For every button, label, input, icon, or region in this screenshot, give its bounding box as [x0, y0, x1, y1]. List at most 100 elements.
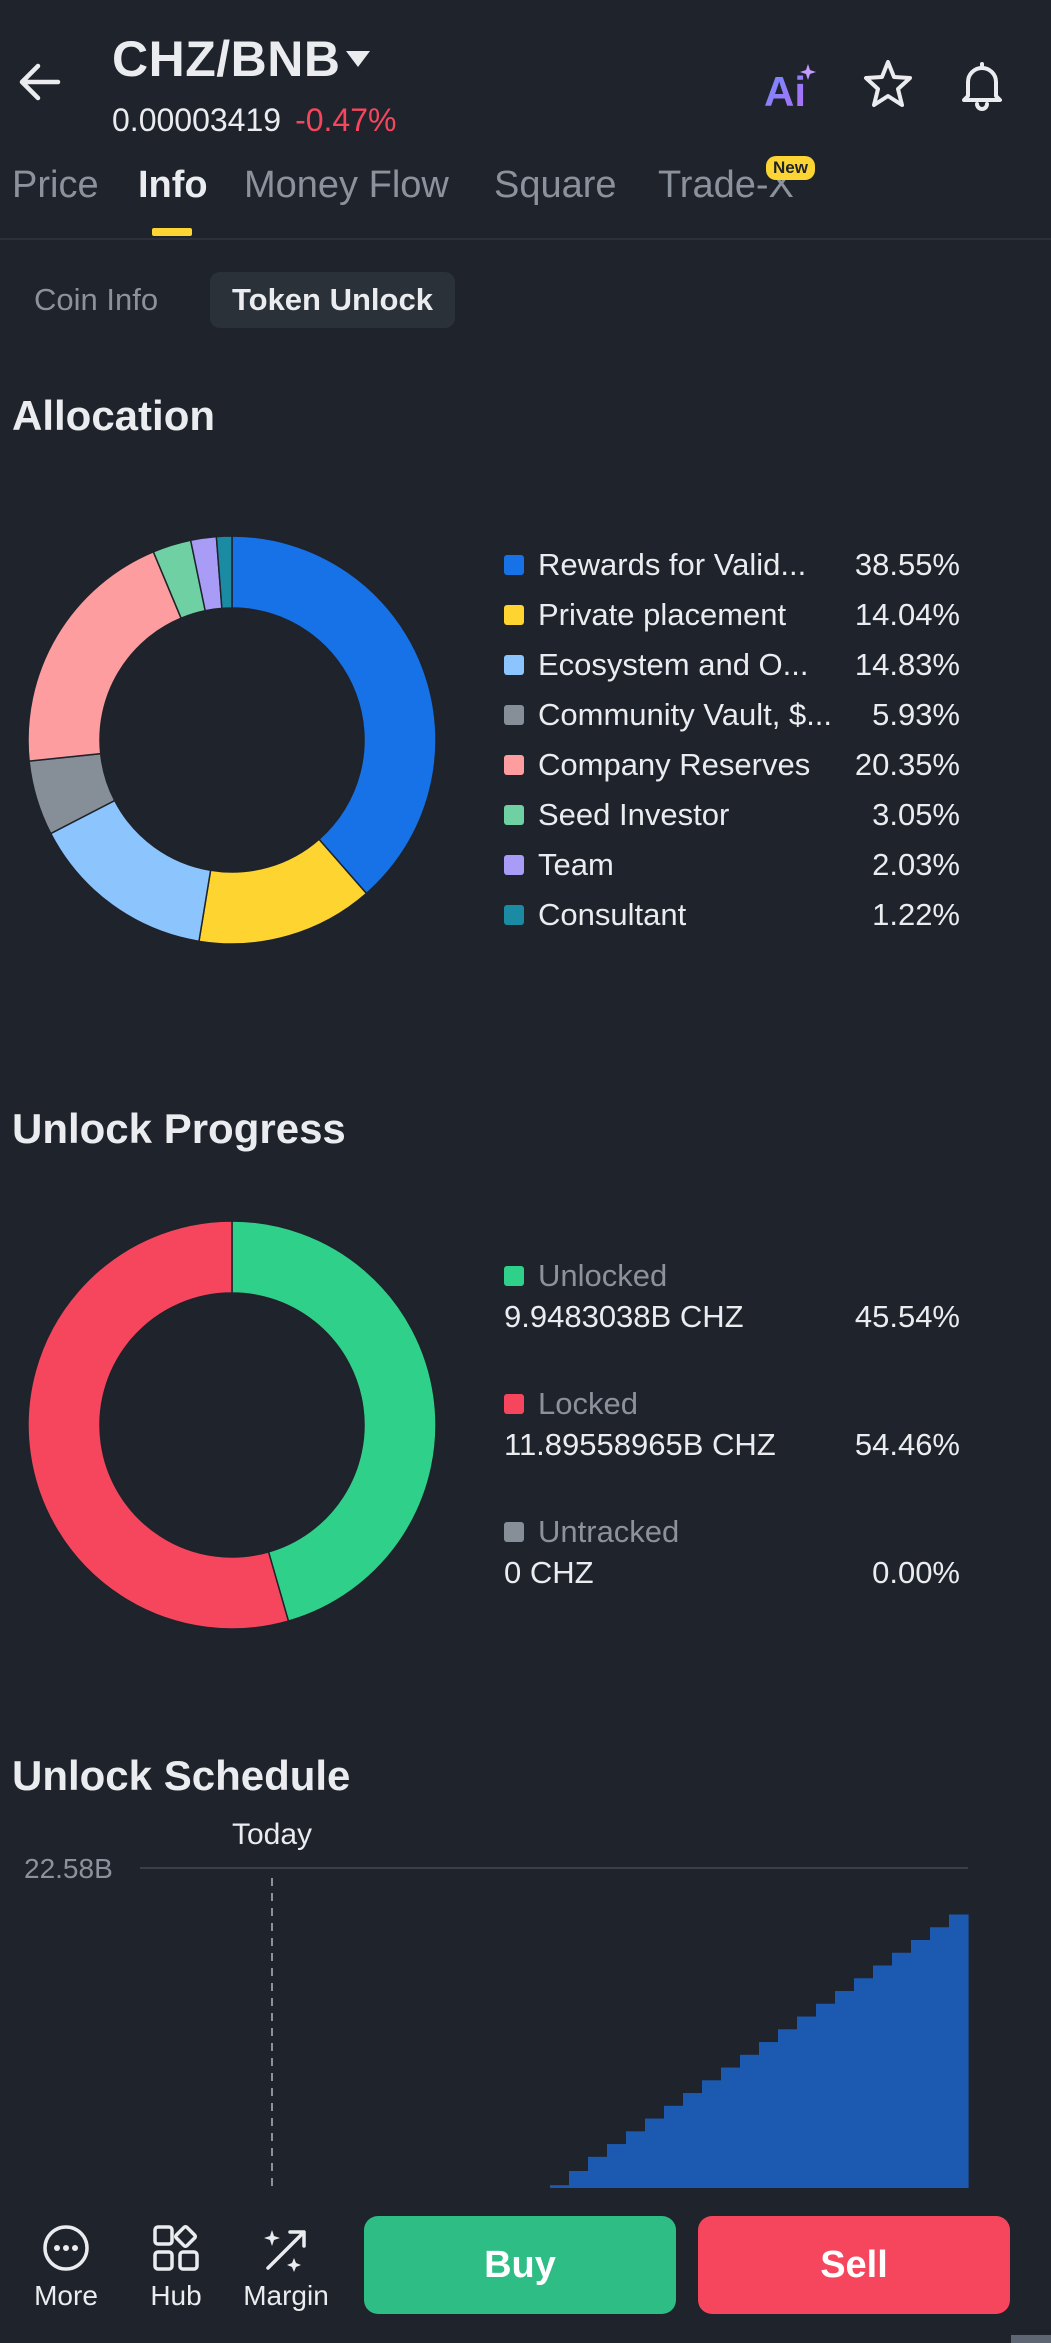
schedule-step-bar [873, 1965, 893, 2188]
allocation-title: Allocation [12, 392, 216, 439]
unlock-item-values: 9.9483038B CHZ 45.54% [504, 1296, 960, 1338]
ai-button[interactable]: Ai [762, 62, 818, 115]
arrow-left-icon [19, 63, 61, 101]
home-indicator [1011, 2335, 1051, 2343]
hub-icon [153, 2224, 199, 2271]
pair-title[interactable]: CHZ/BNB [112, 30, 340, 88]
schedule-step-bar [949, 1914, 969, 2188]
unlock-progress-item: Unlocked 9.9483038B CHZ 45.54% [504, 1256, 960, 1338]
sell-button[interactable]: Sell [698, 2216, 1010, 2314]
schedule-step-bar [740, 2054, 760, 2188]
tab-price[interactable]: Price [12, 164, 99, 207]
unlock-item-percent: 45.54% [854, 1299, 960, 1334]
allocation-donut [27, 535, 437, 945]
schedule-step-bar [588, 2156, 608, 2188]
legend-swatch [504, 1394, 524, 1414]
unlock-item-values: 0 CHZ 0.00% [504, 1552, 960, 1594]
alert-button[interactable] [954, 56, 1010, 112]
legend-percent: 14.83% [854, 647, 960, 682]
legend-swatch [504, 555, 524, 575]
schedule-step-bar [683, 2093, 703, 2188]
subtab-token-unlock[interactable]: Token Unlock [210, 272, 455, 328]
price-row: 0.00003419 -0.47% [112, 102, 396, 139]
schedule-step-bar [702, 2080, 722, 2188]
bottom-action-bar: More Hub Margin Buy Sell [0, 2196, 1051, 2343]
unlock-item-label: Locked [538, 1386, 638, 1421]
schedule-step-bar [797, 2016, 817, 2188]
new-badge: New [766, 156, 815, 180]
unlock-item-amount: 9.9483038B CHZ [504, 1299, 744, 1334]
schedule-step-bar [645, 2118, 665, 2188]
margin-icon [264, 2230, 306, 2272]
legend-percent: 3.05% [872, 797, 960, 832]
unlock-item-header: Unlocked [504, 1256, 960, 1296]
legend-swatch [504, 1266, 524, 1286]
legend-label: Team [538, 847, 614, 882]
schedule-step-bar [835, 1991, 855, 2188]
legend-swatch [504, 905, 524, 925]
legend-label: Rewards for Valid... [538, 547, 807, 582]
back-button[interactable] [14, 56, 66, 108]
allocation-legend-item: Community Vault, $... 5.93% [504, 695, 960, 735]
schedule-step-bar [626, 2131, 646, 2188]
schedule-step-bar [607, 2144, 627, 2188]
svg-text:Ai: Ai [764, 68, 806, 112]
allocation-slice-4[interactable] [27, 550, 183, 762]
legend-swatch [504, 705, 524, 725]
legend-swatch [504, 655, 524, 675]
unlock-progress-donut [27, 1220, 437, 1630]
tab-money-flow[interactable]: Money Flow [244, 164, 449, 207]
unlock-item-header: Untracked [504, 1512, 960, 1552]
schedule-step-bar [930, 1927, 950, 2188]
unlock-item-label: Untracked [538, 1514, 680, 1549]
main-tabs: Price Info Money Flow Square Trade-X New [0, 156, 1051, 240]
tab-square[interactable]: Square [494, 164, 617, 207]
allocation-legend-item: Ecosystem and O... 14.83% [504, 645, 960, 685]
legend-percent: 20.35% [854, 747, 960, 782]
legend-label: Private placement [538, 597, 787, 632]
favorite-button[interactable] [860, 56, 916, 112]
unlock-progress-item: Locked 11.89558965B CHZ 54.46% [504, 1384, 960, 1466]
margin-button[interactable]: Margin [236, 2222, 336, 2312]
unlock-item-values: 11.89558965B CHZ 54.46% [504, 1424, 960, 1466]
tab-info[interactable]: Info [138, 164, 208, 207]
legend-percent: 38.55% [854, 547, 960, 582]
legend-percent: 14.04% [854, 597, 960, 632]
active-tab-indicator [152, 228, 192, 236]
margin-label: Margin [243, 2280, 329, 2311]
legend-swatch [504, 1522, 524, 1542]
unlock-item-percent: 0.00% [872, 1555, 960, 1590]
caret-down-icon[interactable] [344, 48, 372, 70]
unlock-progress-item: Untracked 0 CHZ 0.00% [504, 1512, 960, 1594]
unlock-item-header: Locked [504, 1384, 960, 1424]
legend-percent: 2.03% [872, 847, 960, 882]
y-axis-max-label: 22.58B [24, 1853, 113, 1884]
legend-label: Ecosystem and O... [538, 647, 809, 682]
today-label: Today [232, 1820, 312, 1851]
schedule-step-bar [721, 2067, 741, 2188]
schedule-step-bar [854, 1978, 874, 2188]
unlock-item-percent: 54.46% [854, 1427, 960, 1462]
schedule-step-bar [911, 1939, 931, 2188]
buy-button[interactable]: Buy [364, 2216, 676, 2314]
more-button[interactable]: More [16, 2222, 116, 2312]
allocation-legend-item: Consultant 1.22% [504, 895, 960, 935]
legend-swatch [504, 755, 524, 775]
allocation-legend-item: Company Reserves 20.35% [504, 745, 960, 785]
allocation-legend-item: Rewards for Valid... 38.55% [504, 545, 960, 585]
schedule-step-bar [816, 2003, 836, 2188]
hub-button[interactable]: Hub [126, 2222, 226, 2312]
schedule-step-bar [778, 2029, 798, 2188]
unlock-schedule-title: Unlock Schedule [12, 1752, 351, 1799]
schedule-step-bar [550, 2185, 570, 2188]
unlock-item-label: Unlocked [538, 1258, 668, 1293]
allocation-legend-item: Private placement 14.04% [504, 595, 960, 635]
more-icon [43, 2225, 89, 2271]
allocation-slice-0[interactable] [231, 535, 437, 895]
legend-label: Seed Investor [538, 797, 730, 832]
legend-label: Community Vault, $... [538, 697, 833, 732]
subtab-coin-info[interactable]: Coin Info [12, 272, 180, 328]
price-change: -0.47% [295, 102, 397, 138]
allocation-legend-item: Seed Investor 3.05% [504, 795, 960, 835]
unlock-item-amount: 0 CHZ [504, 1555, 594, 1590]
